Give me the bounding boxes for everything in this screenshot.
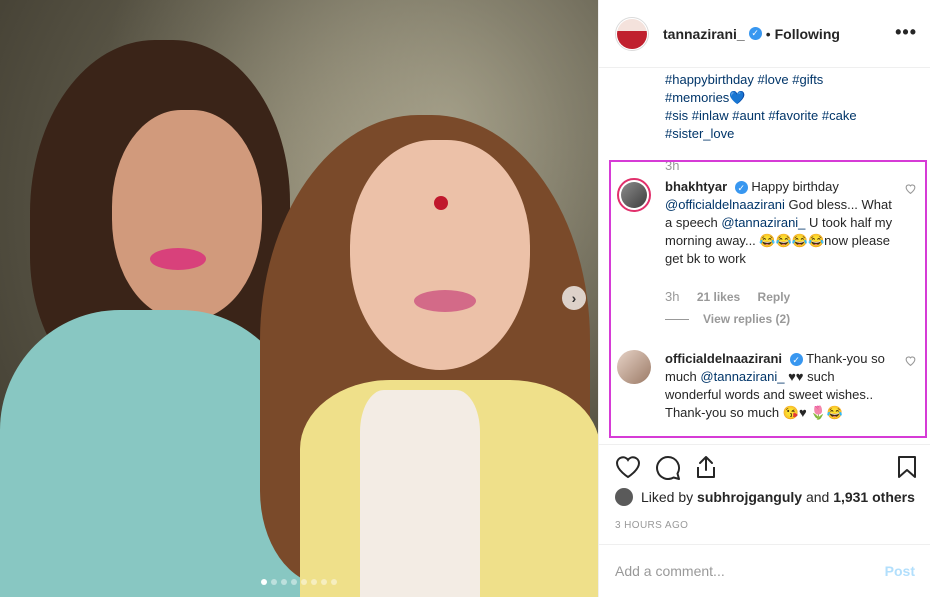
carousel-dot xyxy=(331,579,337,585)
verified-badge-icon: ✓ xyxy=(789,353,803,367)
view-replies-line xyxy=(665,318,689,320)
caption-line-3: #sis #inlaw #aunt #favorite #cake xyxy=(665,107,915,125)
hashtag-link[interactable]: #sister_love xyxy=(665,126,734,141)
commenter-avatar[interactable] xyxy=(617,350,651,384)
comments-scroll-area[interactable]: #happybirthday #love #gifts #memories💙 #… xyxy=(599,68,930,444)
bookmark-icon[interactable] xyxy=(897,455,917,479)
hashtag-link[interactable]: #happybirthday xyxy=(665,72,754,87)
carousel-dot xyxy=(271,579,277,585)
comment-text-part: Happy birthday xyxy=(751,179,839,194)
carousel-dot xyxy=(311,579,317,585)
post-side-panel: tannazirani_ ✓ • Following ••• #happybir… xyxy=(598,0,930,597)
likes-summary: Liked by subhrojganguly and 1,931 others xyxy=(615,488,915,506)
post-actions xyxy=(599,444,930,488)
more-options-icon[interactable]: ••• xyxy=(895,22,917,43)
commenter-avatar[interactable] xyxy=(617,178,651,212)
post-photo[interactable]: › xyxy=(0,0,598,597)
hashtag-link[interactable]: #memories xyxy=(665,90,729,105)
liker-username[interactable]: subhrojganguly xyxy=(697,489,802,505)
comment-text: officialdelnaazirani ✓ Thank-you so much… xyxy=(665,350,893,422)
likes-others-link[interactable]: 1,931 others xyxy=(833,489,915,505)
photo-figure-left-outfit xyxy=(0,310,300,597)
header-separator: • xyxy=(765,25,771,42)
author-avatar[interactable] xyxy=(615,16,649,51)
photo-figure-left-face xyxy=(112,110,262,320)
carousel-dots xyxy=(0,579,598,585)
blue-heart-emoji: 💙 xyxy=(729,90,746,105)
hashtag-link[interactable]: #cake xyxy=(822,108,857,123)
likes-prefix: Liked by xyxy=(641,489,694,505)
comment-time[interactable]: 3h xyxy=(665,289,679,304)
photo-figure-left-lips xyxy=(150,248,206,270)
hashtag-link[interactable]: #favorite xyxy=(768,108,818,123)
carousel-dot xyxy=(261,579,267,585)
caption-line-1: #happybirthday #love #gifts xyxy=(665,71,915,89)
mention-link[interactable]: @officialdelnaazirani xyxy=(665,197,785,212)
comment-text: bhakhtyar ✓ Happy birthday @officialdeln… xyxy=(665,178,893,268)
comment-bubble-icon[interactable] xyxy=(655,455,681,480)
caption-line-2: #memories💙 xyxy=(665,89,915,107)
hashtag-link[interactable]: #gifts xyxy=(792,72,823,87)
view-replies-label: View replies (2) xyxy=(703,312,791,326)
carousel-dot xyxy=(291,579,297,585)
verified-badge-icon: ✓ xyxy=(734,181,748,195)
commenter-avatar-image xyxy=(621,182,647,208)
hashtag-link[interactable]: #sis xyxy=(665,108,688,123)
carousel-dot xyxy=(301,579,307,585)
post-comment-button[interactable]: Post xyxy=(885,563,915,579)
like-heart-icon[interactable] xyxy=(615,455,641,479)
commenter-avatar-image xyxy=(617,350,651,384)
add-comment-input[interactable] xyxy=(615,563,885,579)
photo-figure-right-face xyxy=(350,140,530,370)
comment-likes-count[interactable]: 21 likes xyxy=(697,290,740,304)
following-button[interactable]: Following xyxy=(775,26,840,42)
mention-link[interactable]: @tannazirani_ xyxy=(700,369,784,384)
photo-figure-right-bindi xyxy=(434,196,448,210)
photo-figure-right-inner-outfit xyxy=(360,390,480,597)
comment-like-icon[interactable] xyxy=(904,182,917,195)
comment-meta: 3h 21 likes Reply xyxy=(665,289,804,304)
photo-figure-right-lips xyxy=(414,290,476,312)
carousel-next-button[interactable]: › xyxy=(562,286,586,310)
author-avatar-image xyxy=(617,18,647,49)
post-caption: #happybirthday #love #gifts #memories💙 #… xyxy=(665,71,915,143)
liker-avatar[interactable] xyxy=(615,488,633,506)
reply-button[interactable]: Reply xyxy=(758,290,791,304)
mention-link[interactable]: @tannazirani_ xyxy=(721,215,805,230)
author-username[interactable]: tannazirani_ xyxy=(663,26,745,42)
add-comment-bar: Post xyxy=(599,544,930,597)
comment-username[interactable]: officialdelnaazirani xyxy=(665,351,782,366)
hashtag-link[interactable]: #aunt xyxy=(732,108,765,123)
carousel-dot xyxy=(321,579,327,585)
post-timestamp[interactable]: 3 HOURS AGO xyxy=(615,520,688,531)
caption-line-4: #sister_love xyxy=(665,125,915,143)
carousel-dot xyxy=(281,579,287,585)
verified-badge-icon: ✓ xyxy=(748,27,762,40)
post-header: tannazirani_ ✓ • Following ••• xyxy=(599,0,930,68)
share-icon[interactable] xyxy=(695,455,717,479)
hashtag-link[interactable]: #love xyxy=(758,72,789,87)
view-replies-button[interactable]: View replies (2) xyxy=(665,312,790,326)
comment-like-icon[interactable] xyxy=(904,354,917,367)
hashtag-link[interactable]: #inlaw xyxy=(692,108,729,123)
comment-username[interactable]: bhakhtyar xyxy=(665,179,727,194)
likes-joiner: and xyxy=(805,489,830,505)
